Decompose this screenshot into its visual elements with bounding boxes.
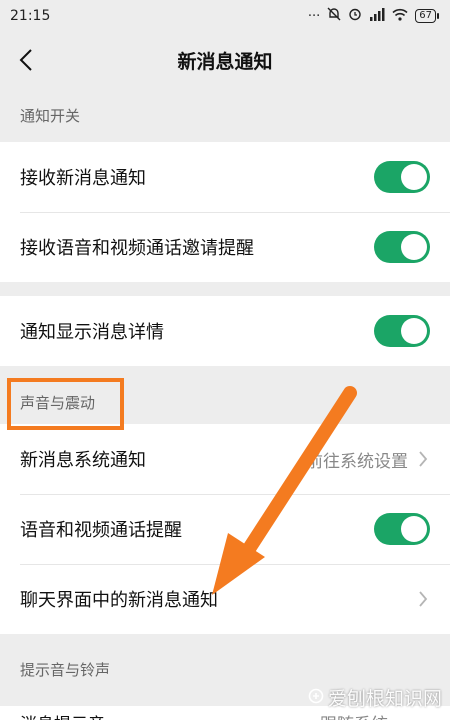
row-label: 新消息系统通知 [20, 450, 146, 471]
toggle-knob [401, 318, 427, 344]
row-label: 语音和视频通话提醒 [20, 520, 182, 541]
row-chat-notify[interactable]: 聊天界面中的新消息通知 [0, 564, 450, 634]
watermark-text: 爱刨根知识网 [327, 688, 442, 710]
row-receive-call-invite[interactable]: 接收语音和视频通话邀请提醒 [0, 212, 450, 282]
watermark-logo-icon [308, 687, 324, 709]
status-icons: ··· 67 [307, 7, 439, 25]
annotation-highlight-box [7, 378, 124, 430]
watermark: 爱刨根知识网 [308, 684, 442, 711]
group-notify-switch: 接收新消息通知 接收语音和视频通话邀请提醒 [0, 142, 450, 282]
row-system-notify[interactable]: 新消息系统通知 前往系统设置 [0, 424, 450, 494]
chevron-right-icon [418, 590, 430, 608]
row-label: 接收语音和视频通话邀请提醒 [20, 238, 254, 259]
wifi-icon [392, 8, 408, 25]
row-label: 消息提示音 [20, 710, 105, 720]
receive-new-toggle[interactable] [374, 161, 430, 193]
row-label: 通知显示消息详情 [20, 322, 164, 343]
mute-icon [327, 7, 341, 25]
page-title: 新消息通知 [177, 50, 273, 73]
dots-icon: ··· [307, 8, 321, 24]
row-value: 跟随系统 [320, 710, 388, 720]
back-button[interactable] [12, 46, 40, 74]
nav-bar: 新消息通知 [0, 32, 450, 88]
toggle-knob [401, 234, 427, 260]
section-header-notify-switch: 通知开关 [20, 106, 81, 125]
battery-icon: 67 [415, 9, 439, 23]
row-call-remind[interactable]: 语音和视频通话提醒 [0, 494, 450, 564]
status-time: 21:15 [10, 8, 51, 24]
signal-icon [369, 7, 385, 25]
row-label: 接收新消息通知 [20, 168, 146, 189]
row-label: 聊天界面中的新消息通知 [20, 590, 218, 611]
toggle-knob [401, 164, 427, 190]
call-remind-toggle[interactable] [374, 513, 430, 545]
receive-call-invite-toggle[interactable] [374, 231, 430, 263]
row-receive-new[interactable]: 接收新消息通知 [0, 142, 450, 212]
status-bar: 21:15 ··· 67 [0, 0, 450, 32]
alarm-icon [348, 7, 362, 25]
chevron-right-icon [418, 450, 430, 468]
group-details: 通知显示消息详情 [0, 296, 450, 366]
group-sound-vibration: 新消息系统通知 前往系统设置 语音和视频通话提醒 聊天界面中的新消息通知 [0, 424, 450, 634]
row-right: 前往系统设置 [306, 447, 430, 472]
show-details-toggle[interactable] [374, 315, 430, 347]
toggle-knob [401, 516, 427, 542]
chevron-left-icon [19, 49, 32, 71]
row-show-details[interactable]: 通知显示消息详情 [0, 296, 450, 366]
row-value: 前往系统设置 [306, 451, 408, 472]
